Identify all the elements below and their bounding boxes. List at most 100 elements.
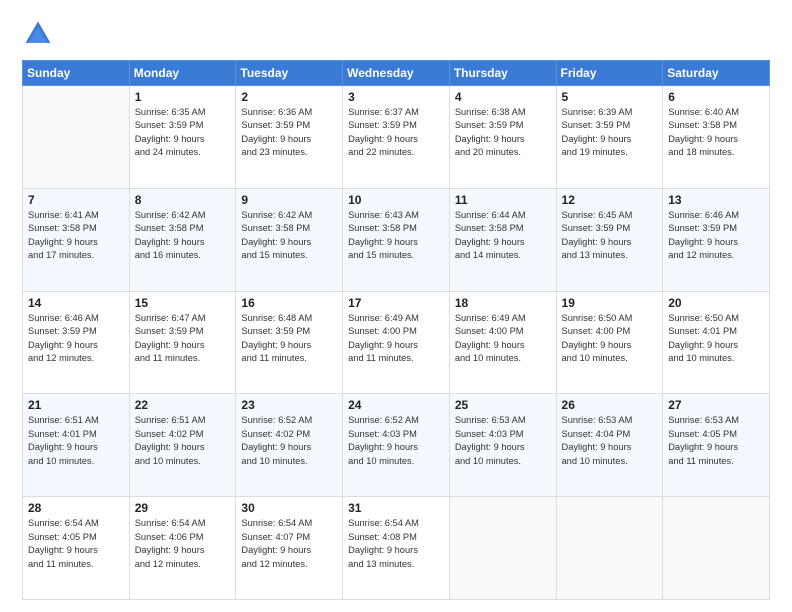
calendar-cell: 31 Sunrise: 6:54 AM Sunset: 4:08 PM Dayli… <box>343 497 450 600</box>
day-number: 18 <box>455 296 551 310</box>
day-info: Sunrise: 6:53 AM Sunset: 4:05 PM Dayligh… <box>668 414 764 468</box>
day-number: 20 <box>668 296 764 310</box>
calendar-cell <box>663 497 770 600</box>
calendar-cell: 28Sunrise: 6:54 AM Sunset: 4:05 PM Dayli… <box>23 497 130 600</box>
calendar-cell: 8Sunrise: 6:42 AM Sunset: 3:58 PM Daylig… <box>129 188 236 291</box>
day-info: Sunrise: 6:49 AM Sunset: 4:00 PM Dayligh… <box>455 312 551 366</box>
calendar-cell: 23 Sunrise: 6:52 AM Sunset: 4:02 PM Dayli… <box>236 394 343 497</box>
day-info: Sunrise: 6:50 AM Sunset: 4:00 PM Dayligh… <box>562 312 658 366</box>
calendar-cell: 15 Sunrise: 6:47 AM Sunset: 3:59 PM Dayli… <box>129 291 236 394</box>
calendar-cell: 27 Sunrise: 6:53 AM Sunset: 4:05 PM Dayli… <box>663 394 770 497</box>
day-info: Sunrise: 6:50 AM Sunset: 4:01 PM Dayligh… <box>668 312 764 366</box>
day-info: Sunrise: 6:49 AM Sunset: 4:00 PM Dayligh… <box>348 312 444 366</box>
calendar-cell: 30 Sunrise: 6:54 AM Sunset: 4:07 PM Dayli… <box>236 497 343 600</box>
calendar-col-monday: Monday <box>129 61 236 86</box>
day-number: 17 <box>348 296 444 310</box>
calendar-cell: 13 Sunrise: 6:46 AM Sunset: 3:59 PM Dayli… <box>663 188 770 291</box>
day-number: 12 <box>562 193 658 207</box>
calendar-cell: 16Sunrise: 6:48 AM Sunset: 3:59 PM Dayli… <box>236 291 343 394</box>
day-info: Sunrise: 6:41 AM Sunset: 3:58 PM Dayligh… <box>28 209 124 263</box>
day-number: 16 <box>241 296 337 310</box>
day-number: 9 <box>241 193 337 207</box>
day-number: 31 <box>348 501 444 515</box>
day-info: Sunrise: 6:54 AM Sunset: 4:07 PM Dayligh… <box>241 517 337 571</box>
calendar-col-friday: Friday <box>556 61 663 86</box>
calendar-col-sunday: Sunday <box>23 61 130 86</box>
day-info: Sunrise: 6:37 AM Sunset: 3:59 PM Dayligh… <box>348 106 444 160</box>
day-number: 4 <box>455 90 551 104</box>
calendar-week-row: 14 Sunrise: 6:46 AM Sunset: 3:59 PM Dayli… <box>23 291 770 394</box>
day-number: 11 <box>455 193 551 207</box>
header <box>22 18 770 50</box>
day-number: 19 <box>562 296 658 310</box>
day-info: Sunrise: 6:40 AM Sunset: 3:58 PM Dayligh… <box>668 106 764 160</box>
calendar-cell <box>449 497 556 600</box>
day-number: 5 <box>562 90 658 104</box>
calendar-cell: 12 Sunrise: 6:45 AM Sunset: 3:59 PM Dayli… <box>556 188 663 291</box>
day-info: Sunrise: 6:39 AM Sunset: 3:59 PM Dayligh… <box>562 106 658 160</box>
calendar-cell: 29 Sunrise: 6:54 AM Sunset: 4:06 PM Dayli… <box>129 497 236 600</box>
day-info: Sunrise: 6:54 AM Sunset: 4:05 PM Dayligh… <box>28 517 124 571</box>
day-number: 21 <box>28 398 124 412</box>
calendar-week-row: 1 Sunrise: 6:35 AM Sunset: 3:59 PM Daylig… <box>23 86 770 189</box>
day-info: Sunrise: 6:51 AM Sunset: 4:01 PM Dayligh… <box>28 414 124 468</box>
calendar-col-saturday: Saturday <box>663 61 770 86</box>
calendar-cell <box>556 497 663 600</box>
day-number: 14 <box>28 296 124 310</box>
day-number: 3 <box>348 90 444 104</box>
day-info: Sunrise: 6:42 AM Sunset: 3:58 PM Dayligh… <box>241 209 337 263</box>
calendar-col-tuesday: Tuesday <box>236 61 343 86</box>
logo-icon <box>22 18 54 50</box>
logo <box>22 18 60 50</box>
day-info: Sunrise: 6:53 AM Sunset: 4:03 PM Dayligh… <box>455 414 551 468</box>
calendar-cell: 4 Sunrise: 6:38 AM Sunset: 3:59 PM Daylig… <box>449 86 556 189</box>
calendar-header-row: SundayMondayTuesdayWednesdayThursdayFrid… <box>23 61 770 86</box>
day-number: 23 <box>241 398 337 412</box>
calendar-week-row: 7 Sunrise: 6:41 AM Sunset: 3:58 PM Daylig… <box>23 188 770 291</box>
day-info: Sunrise: 6:52 AM Sunset: 4:03 PM Dayligh… <box>348 414 444 468</box>
calendar-cell: 22 Sunrise: 6:51 AM Sunset: 4:02 PM Dayli… <box>129 394 236 497</box>
day-number: 6 <box>668 90 764 104</box>
day-number: 8 <box>135 193 231 207</box>
page: SundayMondayTuesdayWednesdayThursdayFrid… <box>0 0 792 612</box>
calendar-cell: 17 Sunrise: 6:49 AM Sunset: 4:00 PM Dayli… <box>343 291 450 394</box>
calendar-cell: 14 Sunrise: 6:46 AM Sunset: 3:59 PM Dayli… <box>23 291 130 394</box>
day-number: 1 <box>135 90 231 104</box>
calendar-week-row: 21 Sunrise: 6:51 AM Sunset: 4:01 PM Dayli… <box>23 394 770 497</box>
day-number: 13 <box>668 193 764 207</box>
day-info: Sunrise: 6:51 AM Sunset: 4:02 PM Dayligh… <box>135 414 231 468</box>
day-info: Sunrise: 6:35 AM Sunset: 3:59 PM Dayligh… <box>135 106 231 160</box>
day-info: Sunrise: 6:54 AM Sunset: 4:06 PM Dayligh… <box>135 517 231 571</box>
day-number: 10 <box>348 193 444 207</box>
day-number: 2 <box>241 90 337 104</box>
calendar-col-thursday: Thursday <box>449 61 556 86</box>
calendar-cell: 3 Sunrise: 6:37 AM Sunset: 3:59 PM Daylig… <box>343 86 450 189</box>
calendar-cell: 25 Sunrise: 6:53 AM Sunset: 4:03 PM Dayli… <box>449 394 556 497</box>
calendar-cell: 20 Sunrise: 6:50 AM Sunset: 4:01 PM Dayli… <box>663 291 770 394</box>
calendar-cell: 21 Sunrise: 6:51 AM Sunset: 4:01 PM Dayli… <box>23 394 130 497</box>
day-number: 30 <box>241 501 337 515</box>
calendar-col-wednesday: Wednesday <box>343 61 450 86</box>
calendar-cell: 24Sunrise: 6:52 AM Sunset: 4:03 PM Dayli… <box>343 394 450 497</box>
day-number: 27 <box>668 398 764 412</box>
day-info: Sunrise: 6:46 AM Sunset: 3:59 PM Dayligh… <box>28 312 124 366</box>
calendar-cell: 1 Sunrise: 6:35 AM Sunset: 3:59 PM Daylig… <box>129 86 236 189</box>
day-number: 15 <box>135 296 231 310</box>
calendar-cell: 6 Sunrise: 6:40 AM Sunset: 3:58 PM Daylig… <box>663 86 770 189</box>
day-info: Sunrise: 6:47 AM Sunset: 3:59 PM Dayligh… <box>135 312 231 366</box>
day-info: Sunrise: 6:52 AM Sunset: 4:02 PM Dayligh… <box>241 414 337 468</box>
calendar-cell <box>23 86 130 189</box>
day-info: Sunrise: 6:38 AM Sunset: 3:59 PM Dayligh… <box>455 106 551 160</box>
day-info: Sunrise: 6:36 AM Sunset: 3:59 PM Dayligh… <box>241 106 337 160</box>
day-number: 22 <box>135 398 231 412</box>
day-info: Sunrise: 6:54 AM Sunset: 4:08 PM Dayligh… <box>348 517 444 571</box>
day-number: 7 <box>28 193 124 207</box>
day-info: Sunrise: 6:46 AM Sunset: 3:59 PM Dayligh… <box>668 209 764 263</box>
calendar-cell: 7 Sunrise: 6:41 AM Sunset: 3:58 PM Daylig… <box>23 188 130 291</box>
day-number: 25 <box>455 398 551 412</box>
day-number: 29 <box>135 501 231 515</box>
calendar-cell: 26Sunrise: 6:53 AM Sunset: 4:04 PM Dayli… <box>556 394 663 497</box>
calendar-cell: 19 Sunrise: 6:50 AM Sunset: 4:00 PM Dayli… <box>556 291 663 394</box>
day-info: Sunrise: 6:43 AM Sunset: 3:58 PM Dayligh… <box>348 209 444 263</box>
day-info: Sunrise: 6:45 AM Sunset: 3:59 PM Dayligh… <box>562 209 658 263</box>
